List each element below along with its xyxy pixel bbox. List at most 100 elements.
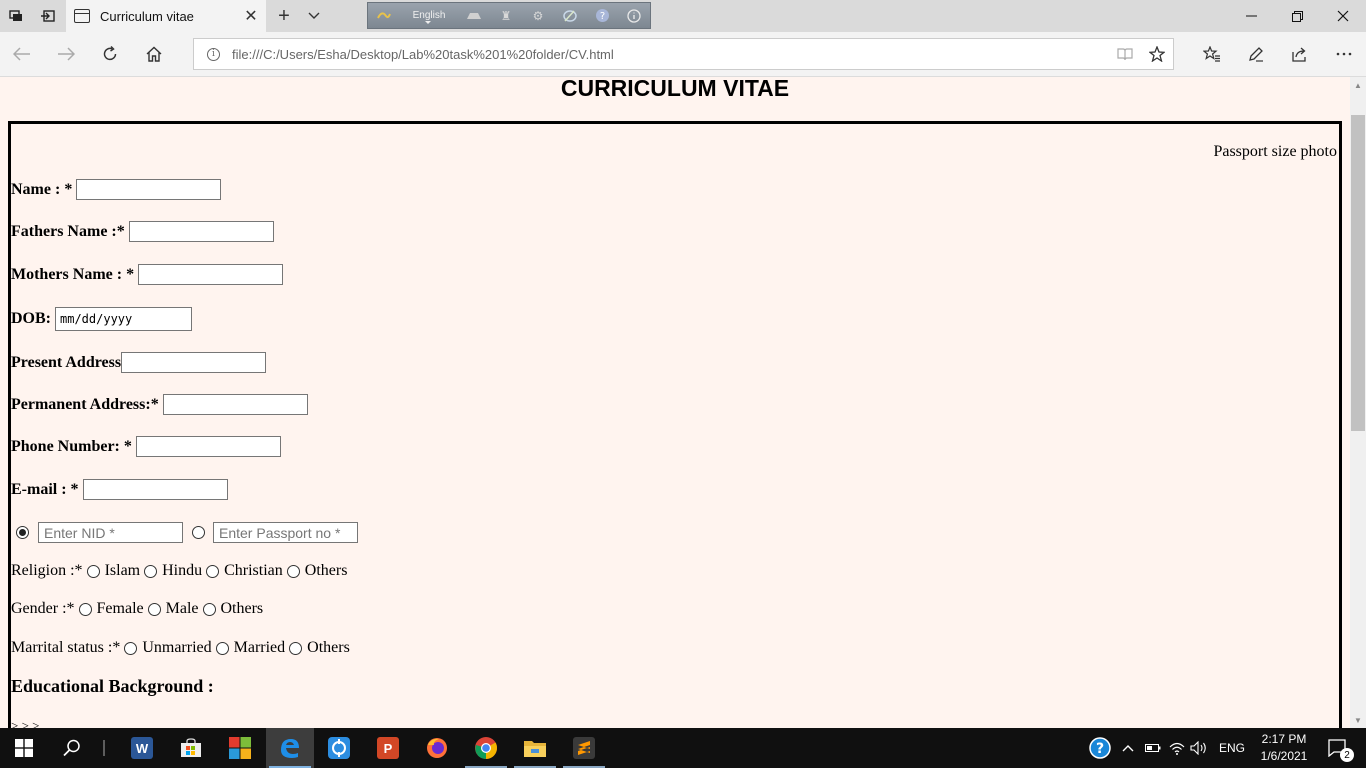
set-tabs-aside-icon[interactable] [32,0,64,32]
gear-icon[interactable]: ⚙ [522,3,554,28]
religion-christian-label: Christian [224,562,283,579]
marital-others-label: Others [307,639,350,656]
home-button[interactable] [134,38,174,70]
id-choice-row [11,522,358,543]
cv-form: Passport size photo Name : * Fathers Nam… [8,121,1342,728]
dob-date-input[interactable]: mm/dd/yyyy [55,307,192,331]
scroll-down-icon[interactable]: ▼ [1350,712,1366,728]
volume-icon[interactable] [1186,728,1212,768]
clock-date[interactable]: 1/6/2021 [1260,749,1308,763]
language-selector[interactable]: English [400,3,458,28]
sublime-text-icon[interactable] [560,728,608,768]
gender-female-radio[interactable] [78,602,92,616]
email-input[interactable] [82,479,228,500]
close-tab-icon[interactable]: ✕ [236,0,266,32]
scrollbar-thumb[interactable] [1351,115,1365,431]
new-tab-button[interactable]: + [270,0,298,32]
phone-number-row: Phone Number: * [11,436,281,457]
browser-tab-bar: Curriculum vitae ✕ + English ♜ ⚙ ? [0,0,1366,32]
fathers-name-input[interactable] [128,221,274,242]
marital-unmarried-radio[interactable] [124,641,138,655]
input-language-indicator[interactable]: ENG [1219,741,1245,755]
firefox-icon[interactable] [413,728,461,768]
email-row: E-mail : * [11,479,228,500]
restore-button[interactable] [1274,0,1320,32]
name-input[interactable] [76,179,222,200]
favorite-star-icon[interactable] [1141,39,1173,69]
chess-icon[interactable]: ♜ [490,3,522,28]
windows-taskbar: W P ? ENG 2:17 PM 1/6/2021 2 [0,728,1366,768]
share-icon[interactable] [1280,38,1320,70]
minimize-button[interactable] [1228,0,1274,32]
close-window-button[interactable] [1320,0,1366,32]
file-explorer-icon[interactable] [511,728,559,768]
start-windows-icon[interactable] [0,728,48,768]
clock-time[interactable]: 2:17 PM [1260,732,1308,746]
reading-view-icon[interactable] [1109,39,1141,69]
forward-button[interactable] [46,38,86,70]
favorites-hub-icon[interactable] [1192,38,1232,70]
action-center-icon[interactable]: 2 [1314,728,1362,768]
help-icon[interactable]: ? [586,3,618,28]
battery-icon[interactable] [1140,728,1166,768]
religion-others-radio[interactable] [286,564,300,578]
permanent-address-row: Permanent Address:* [11,394,308,415]
nid-radio[interactable] [16,526,29,539]
chrome-icon[interactable] [462,728,510,768]
phone-number-label: Phone Number: * [11,437,132,455]
scroll-up-icon[interactable]: ▲ [1350,77,1366,93]
tab-title: Curriculum vitae [100,8,194,24]
colorful-app-icon[interactable] [216,728,264,768]
marital-married-radio[interactable] [215,641,229,655]
pen-icon[interactable] [554,3,586,28]
nid-input[interactable] [38,522,183,543]
present-address-row: Present Address [11,352,267,373]
store-icon[interactable] [167,728,215,768]
gender-male-radio[interactable] [147,602,161,616]
marital-others-radio[interactable] [289,641,303,655]
permanent-address-label: Permanent Address:* [11,395,159,413]
partial-content: > > > [11,718,40,728]
refresh-button[interactable] [90,38,130,70]
religion-islam-label: Islam [104,562,141,579]
back-button[interactable] [2,38,42,70]
word-icon[interactable]: W [118,728,166,768]
sync-app-icon[interactable] [315,728,363,768]
site-info-icon[interactable]: i [207,47,220,61]
passport-photo-placeholder: Passport size photo [1213,143,1337,160]
info-icon[interactable] [618,3,650,28]
address-bar[interactable]: i file:///C:/Users/Esha/Desktop/Lab%20ta… [193,38,1174,70]
url-text[interactable]: file:///C:/Users/Esha/Desktop/Lab%20task… [232,47,1109,62]
tab-curriculum-vitae[interactable]: Curriculum vitae ✕ [66,0,266,32]
passport-radio[interactable] [192,526,205,539]
permanent-address-input[interactable] [162,394,308,415]
mothers-name-input[interactable] [138,264,284,285]
ime-icon[interactable] [368,3,400,28]
edge-icon[interactable] [266,728,314,768]
keyboard-icon[interactable] [458,3,490,28]
dob-label: DOB: [11,310,51,327]
gender-label: Gender :* [11,600,75,617]
chevron-up-icon[interactable] [1113,728,1143,768]
more-options-icon[interactable] [1324,38,1364,70]
gender-row: Gender :* Female Male Others [11,600,263,618]
educational-background-heading: Educational Background : [11,676,214,696]
vertical-scrollbar[interactable]: ▲ ▼ [1350,77,1366,728]
fathers-name-label: Fathers Name :* [11,222,125,240]
gender-male-label: Male [165,600,199,617]
name-label: Name : * [11,180,73,198]
page-title: CURRICULUM VITAE [560,77,790,101]
chevron-down-icon[interactable] [300,0,328,32]
present-address-input[interactable] [121,352,267,373]
religion-hindu-radio[interactable] [144,564,158,578]
religion-islam-radio[interactable] [86,564,100,578]
tab-actions-icon[interactable] [0,0,32,32]
marital-status-label: Marrital status :* [11,639,121,656]
mothers-name-label: Mothers Name : * [11,265,135,283]
powerpoint-icon[interactable]: P [364,728,412,768]
religion-christian-radio[interactable] [206,564,220,578]
phone-number-input[interactable] [135,436,281,457]
gender-others-radio[interactable] [202,602,216,616]
passport-input[interactable] [213,522,358,543]
pen-notes-icon[interactable] [1236,38,1276,70]
